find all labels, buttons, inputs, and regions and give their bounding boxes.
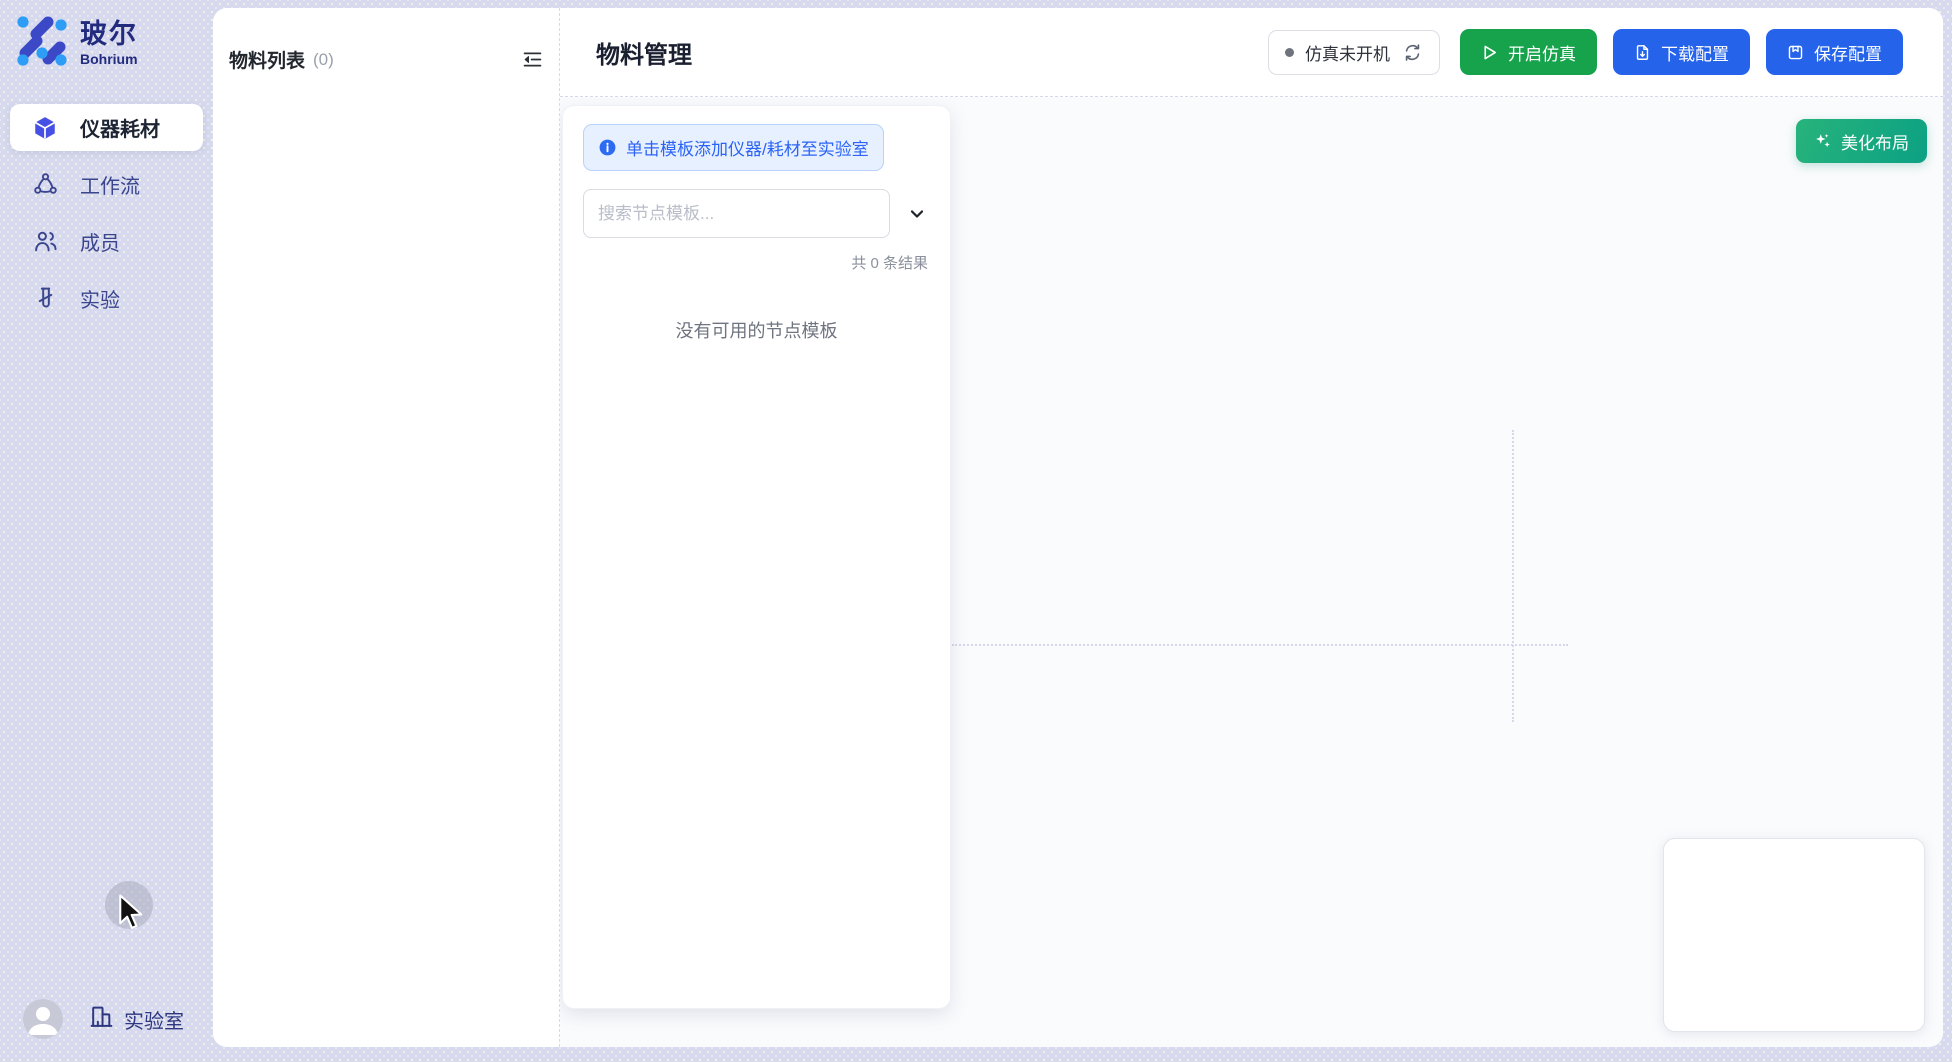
file-download-icon [1634, 44, 1651, 61]
cube-icon [32, 115, 58, 141]
beautify-layout-label: 美化布局 [1841, 129, 1909, 154]
template-empty-message: 没有可用的节点模板 [583, 317, 930, 343]
lab-label: 实验室 [124, 1005, 184, 1034]
template-hint-banner[interactable]: 单击模板添加仪器/耗材至实验室 [583, 124, 884, 171]
sidebar-item-label: 实验 [80, 284, 120, 313]
canvas-guide-vertical [1512, 430, 1514, 722]
save-icon [1787, 44, 1804, 61]
content-card: 物料列表 (0) 物料管理 仿真未开机 [213, 8, 1943, 1047]
lab-entry[interactable]: 实验室 [89, 1004, 184, 1035]
node-template-panel: 单击模板添加仪器/耗材至实验室 共 0 条结果 没有可用的节点模板 [562, 105, 951, 1009]
sidebar-item-label: 工作流 [80, 170, 140, 199]
sidebar-item-label: 仪器耗材 [80, 113, 160, 142]
download-config-label: 下载配置 [1661, 40, 1729, 65]
bohrium-logo-icon [14, 13, 70, 74]
sidebar-item-experiment[interactable]: 实验 [10, 275, 203, 322]
workflow-icon [32, 172, 58, 198]
brand-name-en: Bohrium [80, 52, 138, 67]
template-hint-text: 单击模板添加仪器/耗材至实验室 [626, 135, 869, 160]
simulation-status-pill: 仿真未开机 [1268, 30, 1440, 75]
simulation-status-label: 仿真未开机 [1305, 40, 1390, 65]
material-list-header: 物料列表 (0) [213, 8, 559, 73]
sidebar-nav: 仪器耗材 工作流 成员 [0, 104, 213, 322]
sidebar-item-label: 成员 [80, 227, 120, 256]
template-search-input[interactable] [583, 189, 890, 238]
material-list-title: 物料列表 [229, 46, 305, 73]
main-header: 物料管理 仿真未开机 [560, 8, 1943, 97]
download-config-button[interactable]: 下载配置 [1613, 29, 1750, 75]
beautify-layout-button[interactable]: 美化布局 [1796, 119, 1927, 163]
brand[interactable]: 玻尔 Bohrium [14, 13, 138, 74]
refresh-status-button[interactable] [1401, 41, 1423, 63]
sidebar-item-members[interactable]: 成员 [10, 218, 203, 265]
experiment-icon [32, 286, 58, 312]
material-list-panel: 物料列表 (0) [213, 8, 560, 1047]
canvas-guide-horizontal [952, 644, 1568, 646]
chevron-down-icon[interactable] [904, 201, 930, 227]
template-search-row [583, 189, 930, 238]
info-icon [598, 138, 617, 157]
start-simulation-button[interactable]: 开启仿真 [1460, 29, 1597, 75]
template-result-count: 共 0 条结果 [583, 252, 930, 273]
save-config-label: 保存配置 [1814, 40, 1882, 65]
mouse-cursor [117, 894, 149, 935]
building-icon [89, 1004, 114, 1035]
main-section: 物料管理 仿真未开机 [560, 8, 1943, 1047]
canvas-minimap[interactable] [1663, 838, 1925, 1032]
status-dot-icon [1285, 48, 1294, 57]
material-list-count: (0) [313, 50, 334, 70]
brand-name-zh: 玻尔 [80, 20, 138, 48]
save-config-button[interactable]: 保存配置 [1766, 29, 1903, 75]
sidebar: 玻尔 Bohrium 仪器耗材 [0, 0, 213, 1062]
sidebar-footer: 实验室 [23, 999, 184, 1039]
start-simulation-label: 开启仿真 [1508, 40, 1576, 65]
members-icon [32, 229, 58, 255]
flow-canvas[interactable]: 单击模板添加仪器/耗材至实验室 共 0 条结果 没有可用的节点模板 [560, 97, 1943, 1047]
sidebar-item-instruments[interactable]: 仪器耗材 [10, 104, 203, 151]
page-title: 物料管理 [596, 35, 692, 70]
play-icon [1481, 44, 1498, 61]
sidebar-item-workflow[interactable]: 工作流 [10, 161, 203, 208]
collapse-panel-icon[interactable] [522, 49, 543, 70]
sparkles-icon [1814, 132, 1832, 150]
avatar[interactable] [23, 999, 63, 1039]
